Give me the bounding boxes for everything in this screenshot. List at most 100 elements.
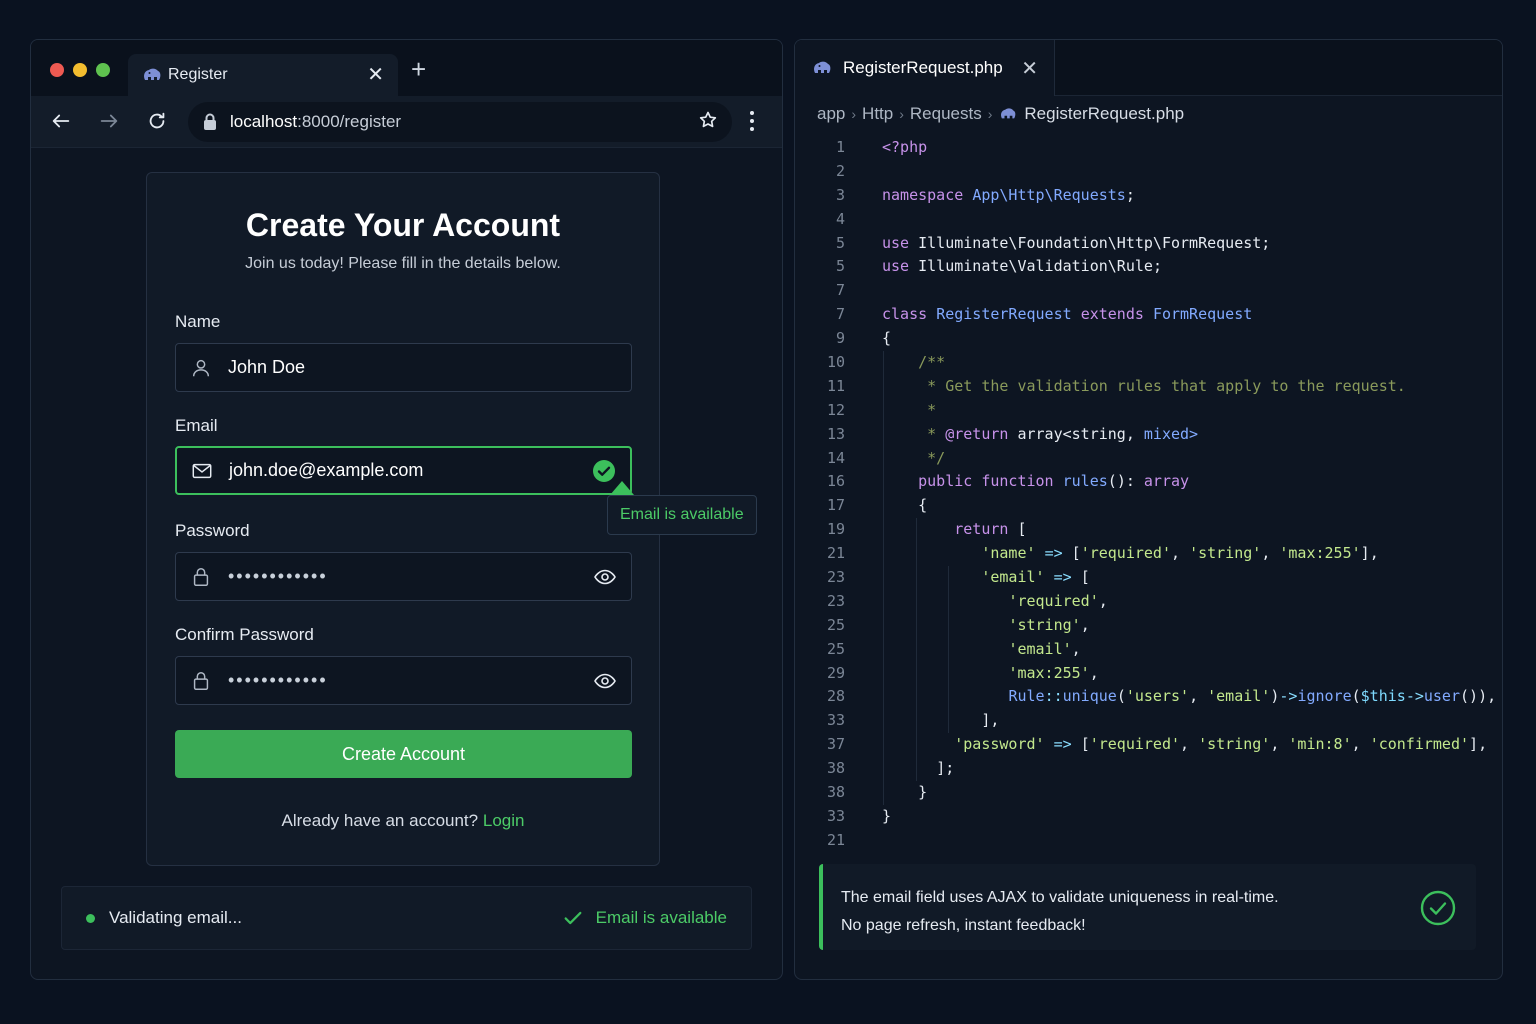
maximize-window-button[interactable] [96, 63, 110, 77]
close-tab-icon[interactable]: ✕ [1021, 56, 1038, 81]
code-line: 38 } [795, 781, 1502, 805]
line-number: 11 [826, 376, 845, 395]
reload-icon[interactable] [146, 110, 168, 137]
confirm-password-field[interactable]: •••••••••••• [175, 656, 632, 705]
checkmark-icon [564, 911, 582, 925]
code-line: 17 { [795, 494, 1502, 518]
indent-guide [883, 351, 884, 806]
code-line: 7 class RegisterRequest extends FormReque… [795, 303, 1502, 327]
code-line: 1 <?php [795, 136, 1502, 160]
star-icon[interactable] [698, 110, 718, 135]
breadcrumb-item-file[interactable]: RegisterRequest.php [1024, 104, 1184, 124]
line-text: class RegisterRequest extends FormReques… [882, 305, 1253, 324]
tooltip-arrow [610, 481, 634, 495]
code-line: 5 use Illuminate\Validation\Rule; [795, 255, 1502, 279]
line-text: ], [981, 711, 1000, 730]
line-number: 3 [835, 185, 845, 204]
line-number: 17 [826, 496, 845, 515]
code-line: 16 public function rules(): array [795, 470, 1502, 494]
mail-icon [192, 463, 212, 478]
code-editor-window: RegisterRequest.php ✕ app › Http › Reque… [794, 39, 1503, 980]
line-text: 'email' => [ [981, 568, 1090, 587]
line-text: 'password' => ['required', 'string', 'mi… [954, 735, 1488, 754]
editor-tab-title: RegisterRequest.php [843, 58, 1003, 77]
line-number: 9 [835, 329, 845, 348]
line-text: */ [882, 448, 946, 467]
line-number: 5 [835, 233, 845, 252]
name-label: Name [175, 312, 221, 331]
line-text: public function rules(): array [918, 472, 1190, 491]
line-number: 7 [835, 305, 845, 324]
breadcrumb-item-requests[interactable]: Requests [910, 104, 982, 124]
editor-tab-registerrequest[interactable]: RegisterRequest.php ✕ [795, 40, 1055, 96]
line-number: 25 [826, 639, 845, 658]
indent-guide [916, 518, 917, 782]
php-elephant-icon [144, 68, 161, 80]
info-panel: The email field uses AJAX to validate un… [819, 864, 1476, 950]
code-line: 13 * @return array<string, mixed> [795, 423, 1502, 447]
line-text: * Get the validation rules that apply to… [882, 376, 1406, 395]
eye-icon[interactable] [593, 669, 617, 693]
line-text: <?php [882, 138, 928, 156]
address-bar[interactable]: localhost:8000/register [188, 102, 732, 142]
line-text: 'email', [1008, 639, 1081, 658]
password-field[interactable]: •••••••••••• [175, 552, 632, 601]
email-field[interactable]: john.doe@example.com [175, 446, 632, 495]
code-line: 33 ], [795, 709, 1502, 733]
code-line: 23 'required', [795, 590, 1502, 614]
line-number: 4 [835, 209, 845, 228]
info-line-1: The email field uses AJAX to validate un… [841, 889, 1279, 906]
back-arrow-icon[interactable] [50, 110, 72, 137]
browser-tab-bar: Register ✕ + [31, 40, 782, 96]
code-line: 12 * [795, 399, 1502, 423]
line-number: 14 [826, 448, 845, 467]
lock-icon [193, 671, 209, 690]
email-label: Email [175, 416, 218, 435]
code-line: 21 'name' => ['required', 'string', 'max… [795, 542, 1502, 566]
line-number: 5 [835, 257, 845, 276]
confirm-password-label: Confirm Password [175, 625, 314, 644]
register-card: Create Your Account Join us today! Pleas… [146, 172, 660, 866]
user-icon [192, 359, 210, 376]
line-text: 'name' => ['required', 'string', 'max:25… [981, 544, 1379, 563]
lock-icon [193, 567, 209, 586]
code-line: 38 ]; [795, 757, 1502, 781]
create-account-button[interactable]: Create Account [175, 730, 632, 778]
browser-tab-register[interactable]: Register ✕ [128, 54, 398, 96]
code-area[interactable]: 1 <?php 2 3 namespace App\Http\Requests; 4 5 us… [795, 136, 1502, 853]
line-text: use Illuminate\Validation\Rule; [882, 257, 1162, 276]
code-line: 2 [795, 160, 1502, 184]
code-line: 37 'password' => ['required', 'string', … [795, 733, 1502, 757]
line-text: 'max:255', [1008, 663, 1099, 682]
new-tab-button[interactable]: + [411, 56, 426, 82]
password-mask: •••••••••••• [228, 566, 328, 586]
line-text: { [882, 329, 892, 348]
close-tab-icon[interactable]: ✕ [367, 65, 384, 85]
breadcrumb-item-http[interactable]: Http [862, 104, 893, 124]
name-field[interactable]: John Doe [175, 343, 632, 392]
menu-icon[interactable] [749, 110, 755, 137]
eye-icon[interactable] [593, 565, 617, 589]
line-text: /** [882, 353, 946, 372]
line-number: 29 [826, 663, 845, 682]
code-line: 33} [795, 805, 1502, 829]
validating-text: Validating email... [109, 908, 242, 927]
php-elephant-icon [1001, 108, 1016, 119]
editor-tab-bar: RegisterRequest.php ✕ [795, 40, 1502, 96]
login-link[interactable]: Login [483, 811, 525, 830]
line-number: 1 [835, 138, 845, 156]
code-line: 3 namespace App\Http\Requests; [795, 184, 1502, 208]
info-line-2: No page refresh, instant feedback! [841, 917, 1086, 934]
code-line: 25 'email', [795, 638, 1502, 662]
forward-arrow-icon[interactable] [98, 110, 120, 137]
line-text: } [918, 783, 928, 802]
line-text: use Illuminate\Foundation\Http\FormReque… [882, 233, 1271, 252]
line-number: 25 [826, 615, 845, 634]
email-available-status: Email is available [595, 908, 727, 927]
code-line: 28 Rule::unique('users', 'email')->ignor… [795, 685, 1502, 709]
line-text: { [918, 496, 928, 515]
close-window-button[interactable] [50, 63, 64, 77]
minimize-window-button[interactable] [73, 63, 87, 77]
line-number: 21 [826, 544, 845, 563]
breadcrumb-item-app[interactable]: app [817, 104, 845, 124]
